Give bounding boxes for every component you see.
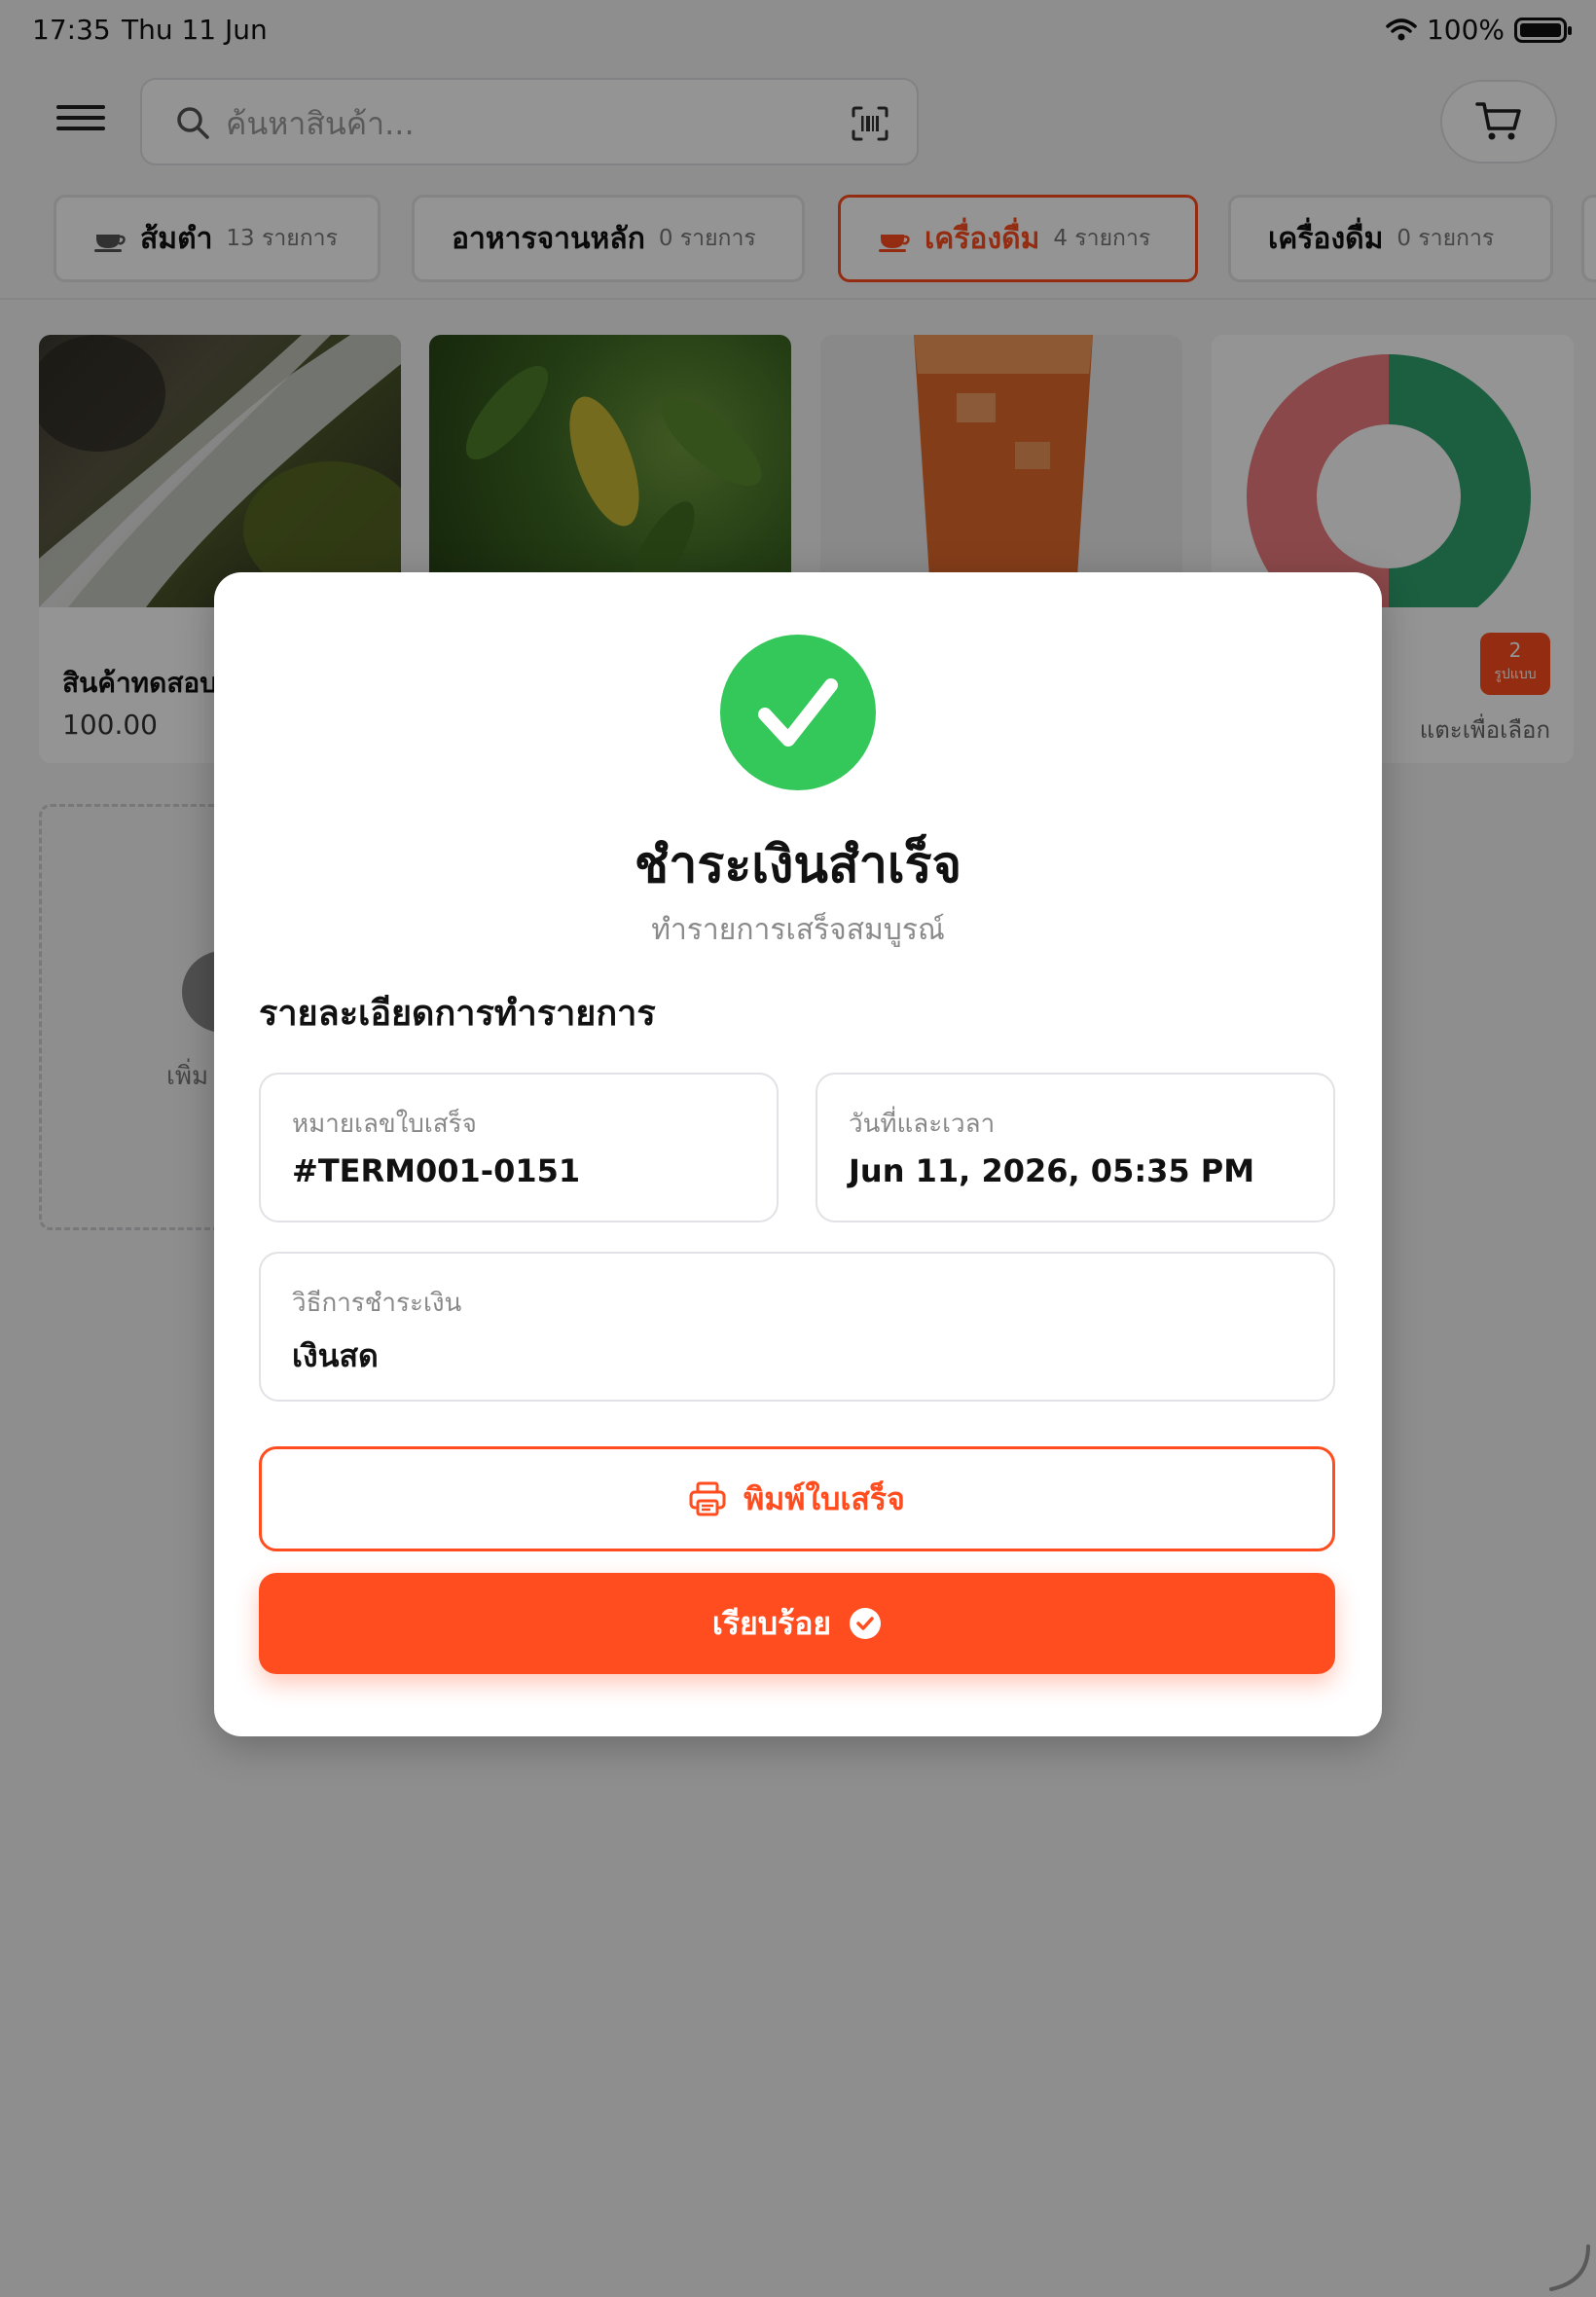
dialog-title: ชำระเงินสำเร็จ: [634, 836, 962, 894]
dialog-subtitle: ทำรายการเสร็จสมบูรณ์: [651, 913, 945, 947]
payment-method-field: วิธีการชำระเงิน เงินสด: [259, 1252, 1335, 1402]
datetime-value: Jun 11, 2026, 05:35 PM: [849, 1152, 1255, 1189]
printer-icon: [689, 1481, 726, 1516]
check-circle-icon: [850, 1608, 882, 1639]
details-heading: รายละเอียดการทำรายการ: [259, 994, 656, 1034]
receipt-number-field: หมายเลขใบเสร็จ #TERM001-0151: [259, 1073, 779, 1222]
field-label: วิธีการชำระเงิน: [292, 1289, 462, 1318]
receipt-number-value: #TERM001-0151: [292, 1152, 581, 1189]
datetime-field: วันที่และเวลา Jun 11, 2026, 05:35 PM: [816, 1073, 1335, 1222]
done-label: เรียบร้อย: [711, 1604, 832, 1642]
payment-method-value: เงินสด: [292, 1337, 379, 1374]
payment-success-dialog: ชำระเงินสำเร็จ ทำรายการเสร็จสมบูรณ์ รายล…: [214, 572, 1382, 1736]
success-check-icon: [720, 635, 876, 790]
done-button[interactable]: เรียบร้อย: [259, 1573, 1335, 1674]
field-label: หมายเลขใบเสร็จ: [292, 1110, 477, 1139]
print-receipt-button[interactable]: พิมพ์ใบเสร็จ: [259, 1446, 1335, 1551]
field-label: วันที่และเวลา: [849, 1110, 996, 1139]
print-receipt-label: พิมพ์ใบเสร็จ: [744, 1479, 905, 1517]
